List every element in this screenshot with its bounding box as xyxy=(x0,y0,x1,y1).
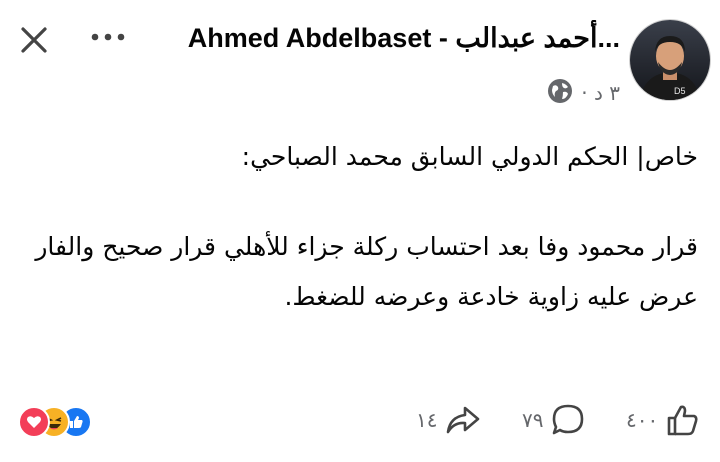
post-footer: ١٤ ٧٩ ٤٠٠ xyxy=(0,394,720,454)
comment-button[interactable]: ٧٩ xyxy=(522,400,585,440)
post-body: خاص| الحكم الدولي السابق محمد الصباحي: ق… xyxy=(18,132,698,322)
author-name[interactable]: Ahmed Abdelbaset - أحمد عبدالب... xyxy=(150,20,620,56)
comment-bubble-icon xyxy=(553,404,584,435)
close-icon xyxy=(21,27,47,53)
thumbs-up-icon xyxy=(667,405,698,436)
post-paragraph-2: قرار محمود وفا بعد احتساب ركلة جزاء للأه… xyxy=(35,232,698,311)
close-button[interactable] xyxy=(14,20,54,60)
like-button[interactable]: ٤٠٠ xyxy=(626,400,700,440)
share-button[interactable]: ١٤ xyxy=(416,400,481,440)
more-options-button[interactable] xyxy=(86,22,130,52)
like-count: ٤٠٠ xyxy=(626,408,659,432)
comment-count: ٧٩ xyxy=(522,408,544,432)
avatar[interactable]: D5 xyxy=(630,20,710,100)
post-meta: ٣ د · xyxy=(547,78,620,108)
svg-text:D5: D5 xyxy=(674,86,686,96)
post-header: Ahmed Abdelbaset - أحمد عبدالب... D5 ٣ د… xyxy=(0,0,720,118)
love-reaction-icon xyxy=(18,406,50,438)
share-count: ١٤ xyxy=(416,408,438,432)
globe-icon xyxy=(548,78,573,103)
post-time[interactable]: ٣ د · xyxy=(581,81,620,105)
more-dots-icon xyxy=(91,33,125,41)
share-arrow-icon xyxy=(447,406,480,434)
privacy-button[interactable] xyxy=(547,78,573,109)
profile-photo: D5 xyxy=(630,20,710,100)
post-paragraph-1: خاص| الحكم الدولي السابق محمد الصباحي: xyxy=(241,142,698,171)
